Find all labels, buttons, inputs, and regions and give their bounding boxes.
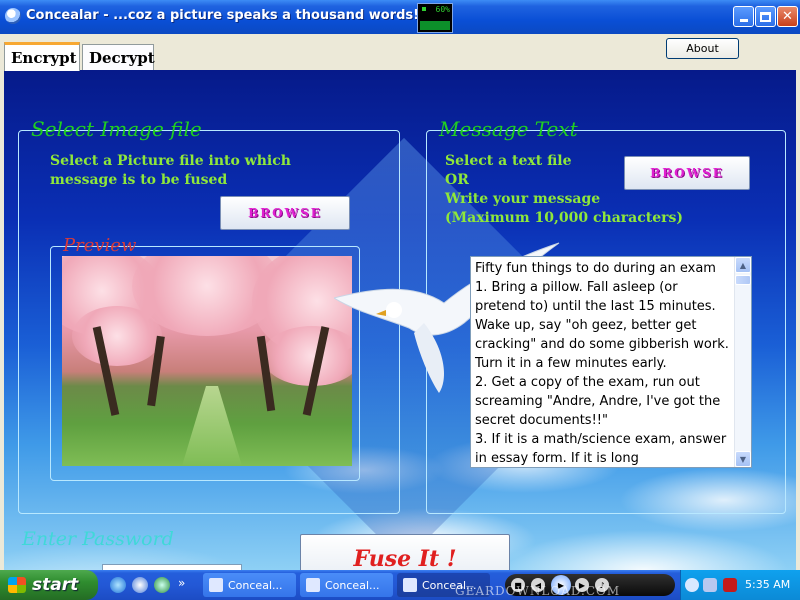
cpu-graph [420,21,450,30]
taskbar-item[interactable]: Conceal... [203,573,296,597]
close-icon: ✕ [782,9,793,24]
browse-text-button[interactable]: BROWSE [624,156,750,190]
window-icon [403,578,417,592]
minimize-button[interactable] [733,6,754,27]
start-label: start [32,575,79,595]
maximize-button[interactable] [755,6,776,27]
window-icon [306,578,320,592]
browser-icon[interactable] [110,577,126,593]
cpu-meter: 60% [417,3,453,33]
chevron-right-icon[interactable]: » [178,576,185,590]
fuse-button[interactable]: Fuse It ! [300,534,510,570]
blossom-shape [72,306,162,366]
preview-legend: Preview [63,235,137,256]
network-icon[interactable] [685,578,699,592]
message-text-legend: Message Text [439,117,578,141]
clock: 5:35 AM [745,578,791,591]
watermark: GEARDOWNLOAD.COM [455,584,621,598]
main-window: Encrypt Decrypt About Select Image file … [0,34,800,570]
about-button[interactable]: About [666,38,739,59]
tab-encrypt[interactable]: Encrypt [4,42,80,71]
messenger-icon[interactable] [154,577,170,593]
app-icon [5,8,21,24]
message-instruction-line: Write your message [445,191,601,207]
message-textarea[interactable]: Fifty fun things to do during an exam 1.… [470,256,752,468]
close-button[interactable]: ✕ [777,6,798,27]
media-icon[interactable] [132,577,148,593]
start-button[interactable]: start [0,570,98,600]
preview-image [62,256,352,466]
scroll-up-icon[interactable]: ▲ [735,257,751,273]
speaker-icon[interactable] [703,578,717,592]
image-instruction: Select a Picture file into which message… [50,153,291,188]
title-bar[interactable]: Concealar - ...coz a picture speaks a th… [0,0,800,34]
minimize-icon [739,18,748,22]
cpu-readout: 60% [435,5,450,14]
system-tray: 5:35 AM [680,570,800,600]
app-screen: Concealar - ...coz a picture speaks a th… [0,0,800,600]
taskbar-item[interactable]: Conceal... [300,573,393,597]
scroll-thumb[interactable] [735,275,751,285]
window-title: Concealar - ...coz a picture speaks a th… [26,8,420,23]
image-file-legend: Select Image file [31,117,202,141]
message-instruction-line: (Maximum 10,000 characters) [445,210,683,226]
tab-decrypt[interactable]: Decrypt [82,44,155,70]
encrypt-panel: Select Image file Select a Picture file … [4,70,796,570]
taskbar: start » Conceal... Conceal... Conceal...… [0,570,800,600]
message-scrollbar[interactable]: ▲ ▼ [734,257,751,467]
security-icon[interactable] [723,578,737,592]
taskbar-item-label: Conceal... [228,578,283,592]
password-label: Enter Password [22,528,174,550]
window-icon [209,578,223,592]
scroll-down-icon[interactable]: ▼ [735,451,751,467]
cpu-indicator-icon [422,7,426,11]
browse-image-button[interactable]: BROWSE [220,196,350,230]
maximize-icon [760,11,771,22]
taskbar-item-label: Conceal... [325,578,380,592]
message-text-content[interactable]: Fifty fun things to do during an exam 1.… [471,257,735,467]
windows-flag-icon [8,577,26,593]
garden-path [182,386,242,466]
